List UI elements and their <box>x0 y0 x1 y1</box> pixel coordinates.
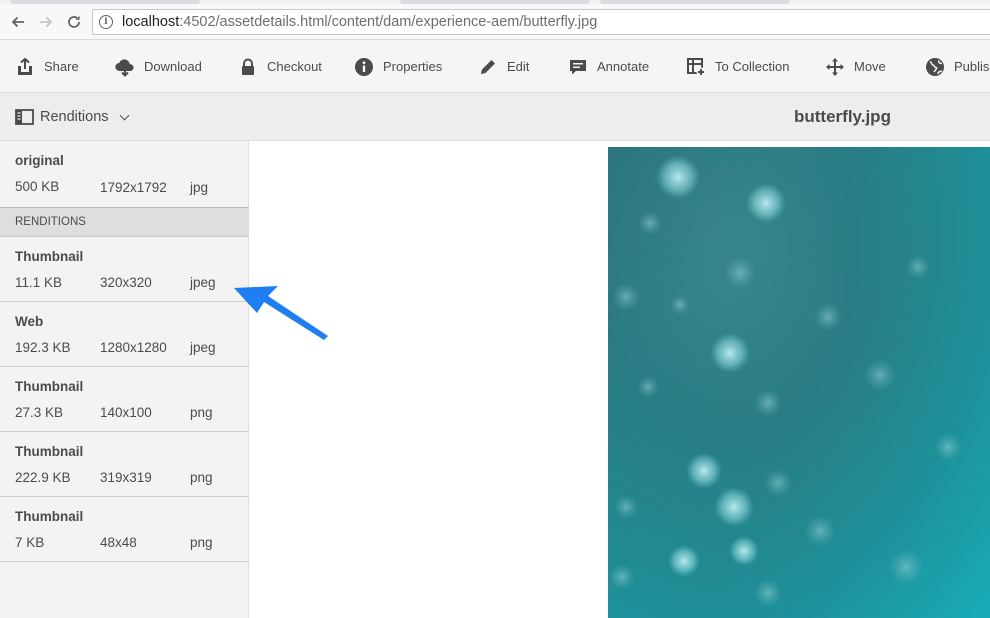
back-button[interactable] <box>6 10 30 34</box>
chevron-down-icon <box>119 110 129 120</box>
download-label: Download <box>144 59 202 74</box>
arrow-left-icon <box>11 16 24 28</box>
site-info-icon[interactable]: i <box>99 15 113 29</box>
rendition-type: jpeg <box>190 340 216 355</box>
rendition-name: Thumbnail <box>15 379 84 394</box>
renditions-rail: original 500 KB 1792x1792 jpg RENDITIONS… <box>0 141 249 618</box>
renditions-section-heading: RENDITIONS <box>0 207 249 237</box>
to-collection-button[interactable]: To Collection <box>686 40 789 93</box>
info-icon <box>355 57 373 76</box>
checkout-label: Checkout <box>267 59 322 74</box>
comment-icon <box>570 59 586 74</box>
rendition-dimensions: 1792x1792 <box>100 180 167 195</box>
rendition-item[interactable]: Thumbnail 11.1 KB 320x320 jpeg <box>0 237 249 302</box>
address-bar[interactable]: i localhost:4502/assetdetails.html/conte… <box>92 9 990 35</box>
rendition-size: 11.1 KB <box>15 275 63 290</box>
rendition-dimensions: 320x320 <box>100 275 152 290</box>
move-button[interactable]: Move <box>825 40 886 93</box>
asset-title: butterfly.jpg <box>794 107 891 126</box>
annotation-arrow <box>234 286 328 340</box>
asset-image[interactable] <box>608 147 990 618</box>
to-collection-label: To Collection <box>715 59 790 74</box>
publish-label: Publish <box>954 59 990 74</box>
download-button[interactable]: Download <box>115 40 202 93</box>
asset-header: Renditions butterfly.jpg <box>0 93 990 141</box>
rendition-name: original <box>15 153 64 168</box>
checkout-button[interactable]: Checkout <box>238 40 322 93</box>
publish-button[interactable]: Publish <box>925 40 990 93</box>
edit-label: Edit <box>507 59 530 74</box>
rendition-size: 27.3 KB <box>15 405 64 420</box>
lock-icon <box>242 58 254 75</box>
rendition-size: 7 KB <box>15 535 45 550</box>
rendition-original[interactable]: original 500 KB 1792x1792 jpg <box>0 141 249 206</box>
action-bar: Share Download Checkout Properties Edit … <box>0 40 990 93</box>
rendition-name: Thumbnail <box>15 444 84 459</box>
rendition-item[interactable]: Thumbnail 27.3 KB 140x100 png <box>0 367 249 432</box>
rail-toggle-icon <box>15 109 34 125</box>
rendition-name: Thumbnail <box>15 249 84 264</box>
rendition-name: Web <box>15 314 44 329</box>
rendition-dimensions: 319x319 <box>100 470 152 485</box>
rail-view-label: Renditions <box>40 109 109 125</box>
annotate-button[interactable]: Annotate <box>568 40 649 93</box>
rendition-dimensions: 48x48 <box>100 535 137 550</box>
url-text: localhost:4502/assetdetails.html/content… <box>122 14 597 30</box>
download-icon <box>115 58 134 77</box>
rendition-item[interactable]: Web 192.3 KB 1280x1280 jpeg <box>0 302 249 367</box>
rendition-dimensions: 140x100 <box>100 405 152 420</box>
annotate-label: Annotate <box>597 59 650 74</box>
rendition-size: 222.9 KB <box>15 470 71 485</box>
reload-icon <box>68 15 80 28</box>
forward-button[interactable] <box>34 10 58 34</box>
rendition-item[interactable]: Thumbnail 7 KB 48x48 png <box>0 497 249 562</box>
rendition-type: jpg <box>190 180 209 195</box>
properties-button[interactable]: Properties <box>354 40 442 93</box>
rendition-name: Thumbnail <box>15 509 84 524</box>
rendition-size: 192.3 KB <box>15 340 71 355</box>
rendition-type: jpeg <box>190 275 216 290</box>
rendition-size: 500 KB <box>15 179 60 194</box>
asset-preview <box>250 141 990 618</box>
url-host: localhost <box>122 14 180 30</box>
bokeh-image-content <box>608 147 990 618</box>
browser-toolbar: i localhost:4502/assetdetails.html/conte… <box>0 4 990 40</box>
url-path: :4502/assetdetails.html/content/dam/expe… <box>179 14 598 30</box>
rendition-type: png <box>190 405 213 420</box>
rendition-type: png <box>190 535 213 550</box>
rail-view-selector[interactable]: Renditions <box>15 93 129 141</box>
pencil-icon <box>481 59 495 74</box>
share-label: Share <box>44 59 79 74</box>
reload-button[interactable] <box>62 10 86 34</box>
rendition-item[interactable]: Thumbnail 222.9 KB 319x319 png <box>0 432 249 497</box>
share-button[interactable]: Share <box>15 40 79 93</box>
collection-add-icon <box>687 57 706 76</box>
arrow-right-icon <box>40 16 53 28</box>
globe-icon <box>926 57 944 76</box>
rendition-dimensions: 1280x1280 <box>100 340 167 355</box>
edit-button[interactable]: Edit <box>478 40 529 93</box>
move-icon <box>826 57 844 76</box>
move-label: Move <box>854 59 886 74</box>
rendition-type: png <box>190 470 213 485</box>
share-icon <box>18 57 32 75</box>
properties-label: Properties <box>383 59 443 74</box>
